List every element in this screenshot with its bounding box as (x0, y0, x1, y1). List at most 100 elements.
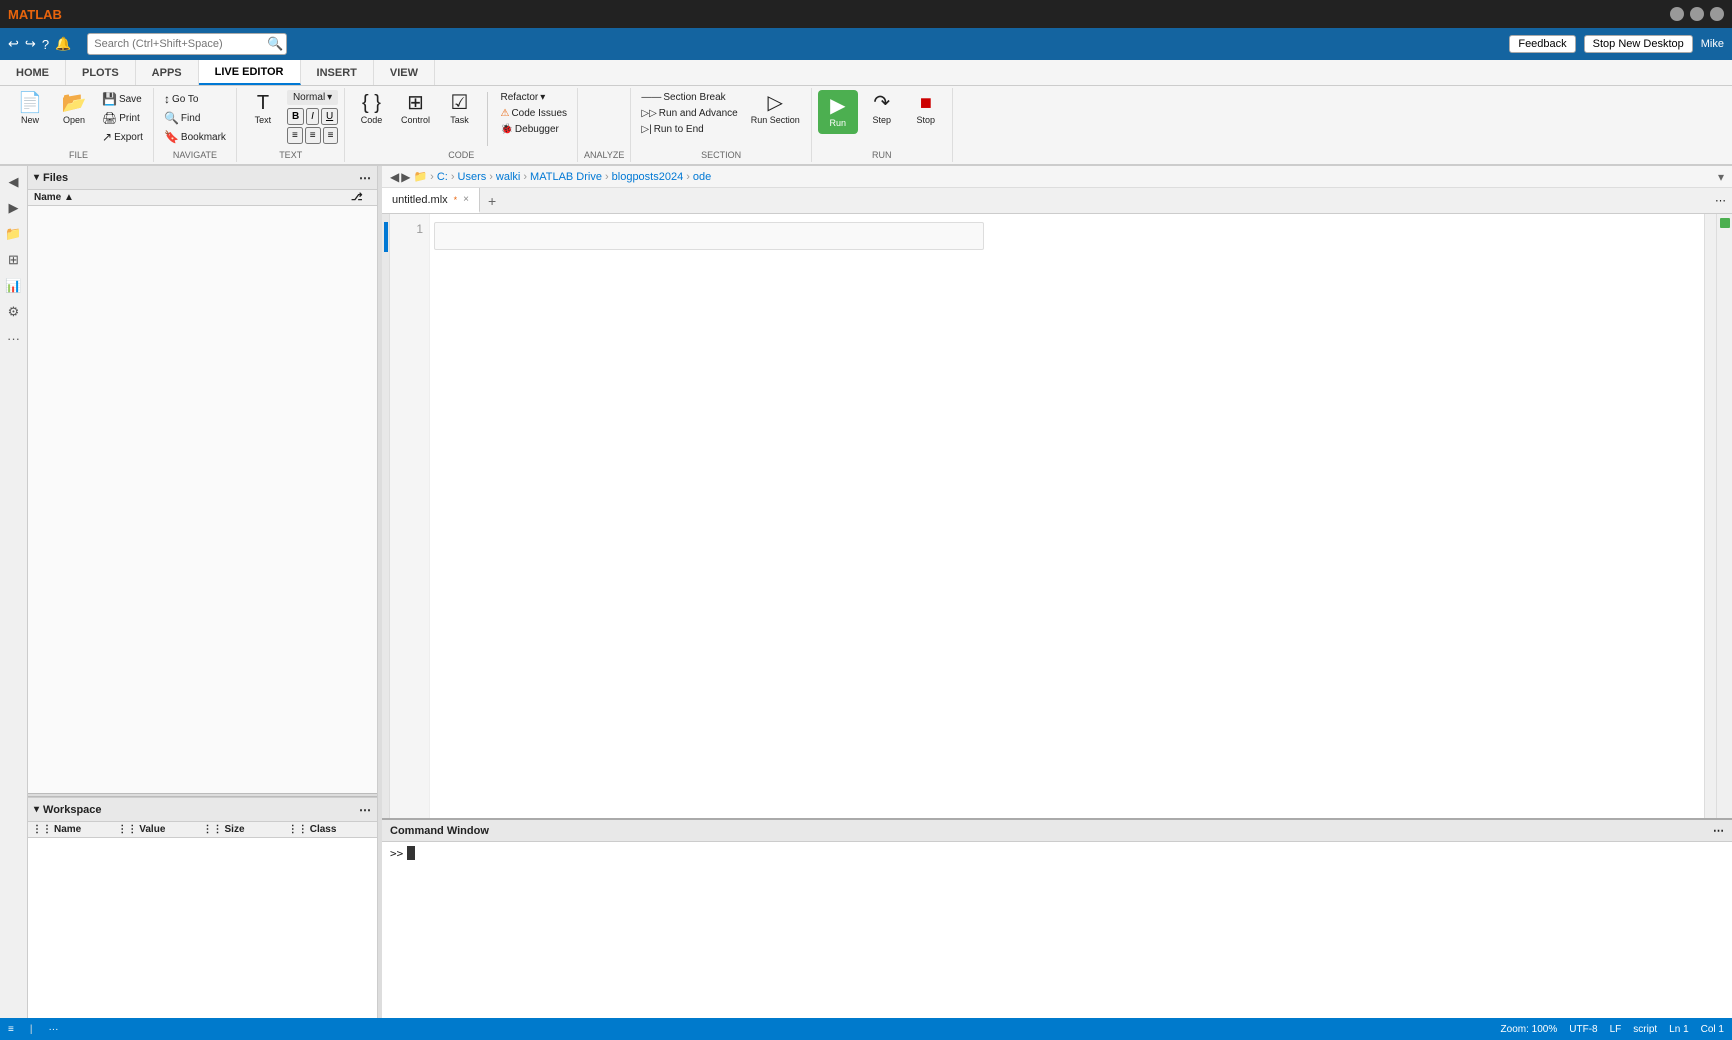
files-col-name[interactable]: Name ▲ (34, 192, 349, 203)
control-icon: ⊞ (407, 93, 424, 113)
bold-button[interactable]: B (287, 108, 304, 125)
minimize-button[interactable] (1670, 7, 1684, 21)
tab-add-button[interactable]: + (480, 188, 504, 213)
task-label: Task (450, 115, 469, 125)
breadcrumb-expand-button[interactable]: ▾ (1718, 170, 1724, 184)
status-line-ending: LF (1610, 1024, 1622, 1035)
section-break-button[interactable]: —— Section Break (637, 90, 741, 105)
sidebar-icon-more[interactable]: ··· (2, 326, 26, 350)
workspace-col-name[interactable]: ⋮⋮ Name (32, 824, 117, 835)
workspace-menu-button[interactable]: ⋯ (359, 803, 371, 817)
command-window-body[interactable]: >> (382, 842, 1732, 1018)
sidebar-icon-apps[interactable]: ⚙ (2, 300, 26, 324)
files-expand-icon[interactable]: ▾ (34, 172, 39, 183)
new-button[interactable]: 📄 New (10, 90, 50, 128)
step-button[interactable]: ↷ Step (862, 90, 902, 128)
nav-arrows: ◀ ▶ (390, 170, 410, 184)
maximize-button[interactable] (1690, 7, 1704, 21)
user-menu-button[interactable]: Mike (1701, 38, 1724, 50)
control-button[interactable]: ⊞ Control (395, 90, 435, 128)
new-icon: 📄 (18, 93, 43, 113)
breadcrumb-folder-icon[interactable]: 📁 (413, 170, 427, 183)
breadcrumb-ode[interactable]: ode (693, 171, 711, 183)
tab-home[interactable]: HOME (0, 60, 66, 85)
underline-button[interactable]: U (321, 108, 338, 125)
export-button[interactable]: ↗ Export (98, 128, 147, 146)
stop-new-desktop-button[interactable]: Stop New Desktop (1584, 35, 1693, 53)
search-input[interactable] (87, 33, 287, 55)
text-button[interactable]: T Text (243, 90, 283, 128)
tab-bar-menu-button[interactable]: ⋯ (1715, 194, 1726, 207)
workspace-expand-icon[interactable]: ▾ (34, 804, 39, 815)
sidebar-icon-back[interactable]: ◀ (2, 170, 26, 194)
line-number-1: 1 (416, 222, 423, 236)
workspace-col-value[interactable]: ⋮⋮ Value (117, 824, 202, 835)
tab-live-editor[interactable]: LIVE EDITOR (199, 60, 301, 85)
code-issues-button[interactable]: ⚠ Code Issues (496, 106, 571, 121)
italic-button[interactable]: I (306, 108, 319, 125)
status-panels-icon[interactable]: ≡ (8, 1024, 14, 1035)
redo-button[interactable]: ↪ (25, 36, 36, 52)
breadcrumb-c[interactable]: C: (437, 171, 448, 183)
files-col-name-label: Name (34, 192, 61, 203)
feedback-button[interactable]: Feedback (1509, 35, 1575, 53)
align-left-button[interactable]: ≡ (287, 127, 303, 144)
save-export-group: 💾 Save 🖨 Print ↗ Export (98, 90, 147, 146)
open-button[interactable]: 📂 Open (54, 90, 94, 128)
run-and-advance-button[interactable]: ▷▷ Run and Advance (637, 106, 741, 121)
sidebar-icon-forward[interactable]: ▶ (2, 196, 26, 220)
sidebar-icon-grid[interactable]: ⊞ (2, 248, 26, 272)
ribbon-group-text: T Text Normal ▾ B I U ≡ ≡ ≡ (237, 88, 346, 162)
help-button[interactable]: ? (42, 37, 49, 52)
sidebar-icon-folder[interactable]: 📁 (2, 222, 26, 246)
editor-tab-untitled[interactable]: untitled.mlx * × (382, 188, 480, 213)
tab-view[interactable]: VIEW (374, 60, 435, 85)
ribbon-file-items: 📄 New 📂 Open 💾 Save 🖨 Print ↗ Export (10, 90, 147, 148)
files-body (28, 206, 377, 793)
tab-close-button[interactable]: × (463, 194, 469, 205)
goto-button[interactable]: ↕ Go To (160, 90, 230, 108)
tab-insert[interactable]: INSERT (301, 60, 374, 85)
print-button[interactable]: 🖨 Print (98, 109, 147, 127)
run-to-end-button[interactable]: ▷| Run to End (637, 122, 741, 137)
file-group-label: FILE (69, 148, 88, 160)
breadcrumb-walki[interactable]: walki (496, 171, 520, 183)
code-button[interactable]: { } Code (351, 90, 391, 128)
workspace-col-header: ⋮⋮ Name ⋮⋮ Value ⋮⋮ Size ⋮⋮ Class (28, 822, 377, 838)
align-right-button[interactable]: ≡ (323, 127, 339, 144)
sidebar-icon-chart[interactable]: 📊 (2, 274, 26, 298)
debugger-button[interactable]: 🐞 Debugger (496, 122, 571, 137)
save-icon: 💾 (102, 92, 117, 106)
editor-main[interactable] (430, 214, 1704, 818)
print-label: Print (119, 113, 140, 124)
command-window-menu-button[interactable]: ⋯ (1713, 824, 1724, 837)
run-label: Run (830, 118, 847, 128)
breadcrumb-users[interactable]: Users (458, 171, 487, 183)
tab-plots[interactable]: PLOTS (66, 60, 136, 85)
find-button[interactable]: 🔍 Find (160, 109, 230, 127)
files-col-git[interactable]: ⎇ (351, 192, 371, 203)
workspace-col-class[interactable]: ⋮⋮ Class (288, 824, 373, 835)
breadcrumb-forward-button[interactable]: ▶ (401, 170, 410, 184)
code-input-box[interactable] (434, 222, 984, 250)
task-button[interactable]: ☑ Task (439, 90, 479, 128)
refactor-button[interactable]: Refactor ▾ (496, 90, 571, 105)
files-menu-button[interactable]: ⋯ (359, 171, 371, 185)
stop-button[interactable]: ■ Stop (906, 90, 946, 128)
save-button[interactable]: 💾 Save (98, 90, 147, 108)
workspace-col-size[interactable]: ⋮⋮ Size (203, 824, 288, 835)
run-button[interactable]: ▶ Run (818, 90, 858, 134)
close-button[interactable] (1710, 7, 1724, 21)
breadcrumb-blogposts[interactable]: blogposts2024 (612, 171, 684, 183)
breadcrumb-back-button[interactable]: ◀ (390, 170, 399, 184)
step-icon: ↷ (873, 93, 890, 113)
notifications-button[interactable]: 🔔 (55, 36, 71, 52)
run-section-button[interactable]: ▷ Run Section (746, 90, 805, 128)
align-center-button[interactable]: ≡ (305, 127, 321, 144)
task-icon: ☑ (451, 93, 469, 113)
breadcrumb-matlab-drive[interactable]: MATLAB Drive (530, 171, 602, 183)
normal-dropdown[interactable]: Normal ▾ (287, 90, 339, 105)
undo-button[interactable]: ↩ (8, 36, 19, 52)
bookmark-button[interactable]: 🔖 Bookmark (160, 128, 230, 146)
tab-apps[interactable]: APPS (136, 60, 199, 85)
